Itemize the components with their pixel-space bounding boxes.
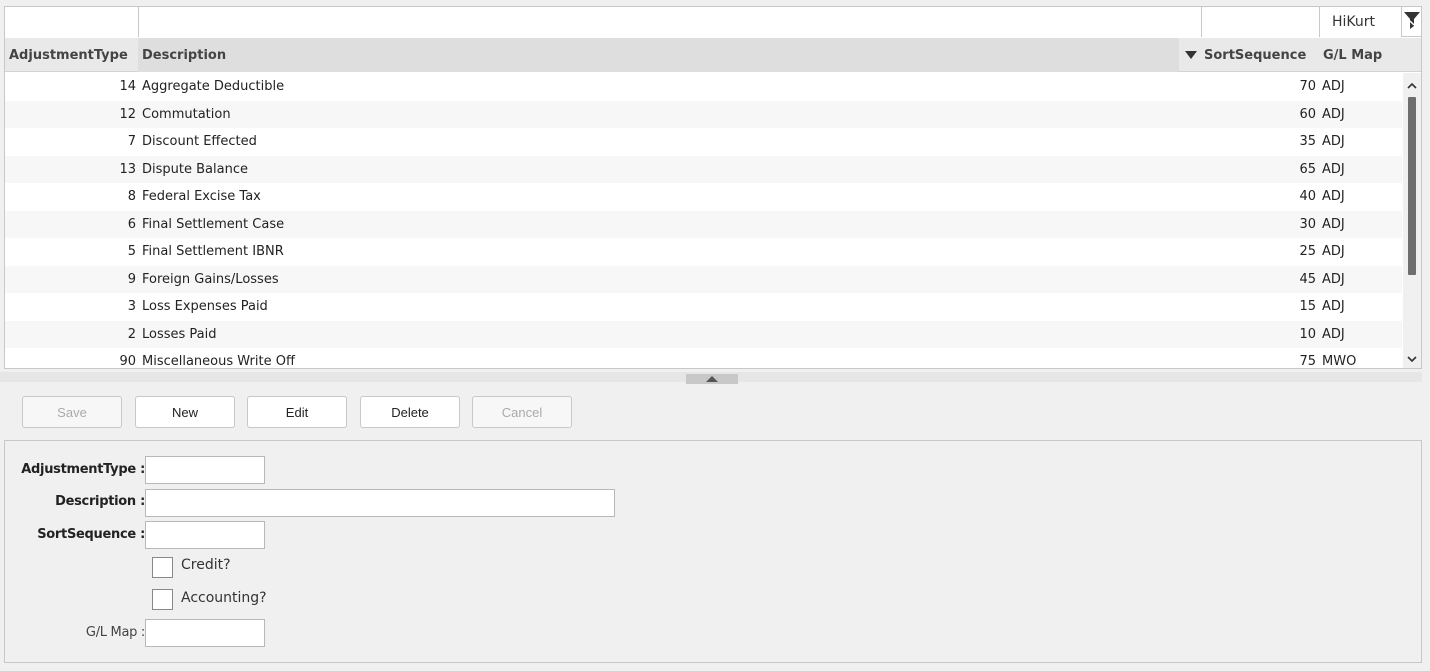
- cell-sort-sequence: 45: [1299, 271, 1316, 287]
- cell-description: Aggregate Deductible: [142, 79, 285, 95]
- cell-description: Loss Expenses Paid: [142, 299, 268, 315]
- table-row[interactable]: 5 Final Settlement IBNR 25 ADJ: [5, 238, 1402, 266]
- description-input[interactable]: [145, 489, 615, 517]
- new-button[interactable]: New: [135, 396, 235, 428]
- accounting-checkbox[interactable]: [152, 589, 173, 610]
- delete-button[interactable]: Delete: [360, 396, 460, 428]
- cell-gl-map: ADJ: [1322, 326, 1345, 342]
- cell-sort-sequence: 25: [1299, 244, 1316, 260]
- column-header-label: AdjustmentType: [9, 47, 128, 63]
- adjustment-type-input[interactable]: [145, 456, 265, 484]
- vertical-scrollbar[interactable]: [1403, 73, 1421, 368]
- caret-up-icon: [706, 376, 718, 382]
- cell-adjustment-type: 13: [119, 161, 136, 177]
- edit-button[interactable]: Edit: [247, 396, 347, 428]
- table-row[interactable]: 2 Losses Paid 10 ADJ: [5, 320, 1402, 348]
- cell-description: Dispute Balance: [142, 161, 248, 177]
- cell-description: Commutation: [142, 106, 231, 122]
- cell-gl-map: MWO: [1322, 354, 1357, 369]
- cell-sort-sequence: 75: [1299, 354, 1316, 369]
- cell-adjustment-type: 12: [119, 106, 136, 122]
- grid-header: AdjustmentType Description SortSequence …: [5, 38, 1421, 72]
- cell-description: Discount Effected: [142, 134, 257, 150]
- save-button[interactable]: Save: [22, 396, 122, 428]
- column-header-label: Description: [142, 47, 227, 63]
- credit-checkbox[interactable]: [152, 557, 173, 578]
- cell-description: Federal Excise Tax: [142, 189, 261, 205]
- cell-description: Losses Paid: [142, 326, 217, 342]
- sort-sequence-label: SortSequence :: [37, 527, 145, 542]
- chevron-down-icon[interactable]: [1403, 351, 1421, 367]
- cell-adjustment-type: 90: [119, 354, 136, 369]
- table-row[interactable]: 9 Foreign Gains/Losses 45 ADJ: [5, 265, 1402, 293]
- cell-gl-map: ADJ: [1322, 271, 1345, 287]
- description-label: Description :: [55, 494, 145, 509]
- column-header-label: SortSequence: [1204, 47, 1307, 63]
- cancel-button[interactable]: Cancel: [472, 396, 572, 428]
- cell-sort-sequence: 60: [1299, 106, 1316, 122]
- filter-gl-map[interactable]: HiKurt: [1320, 7, 1402, 37]
- cell-adjustment-type: 8: [127, 189, 136, 205]
- cell-sort-sequence: 65: [1299, 161, 1316, 177]
- chevron-up-icon[interactable]: [1403, 77, 1421, 93]
- cell-gl-map: ADJ: [1322, 134, 1345, 150]
- filter-adjustment-type[interactable]: [5, 7, 139, 37]
- credit-label: Credit?: [181, 557, 231, 573]
- cell-adjustment-type: 7: [127, 134, 136, 150]
- cell-description: Miscellaneous Write Off: [142, 354, 295, 369]
- filter-description[interactable]: [139, 7, 1202, 37]
- table-row[interactable]: 13 Dispute Balance 65 ADJ: [5, 155, 1402, 183]
- adjustment-grid: HiKurt AdjustmentType Description SortSe…: [4, 6, 1422, 369]
- column-header-sort-sequence[interactable]: SortSequence: [1179, 38, 1321, 72]
- column-header-label: G/L Map: [1323, 47, 1383, 63]
- table-row[interactable]: 3 Loss Expenses Paid 15 ADJ: [5, 293, 1402, 321]
- cell-sort-sequence: 40: [1299, 189, 1316, 205]
- cell-sort-sequence: 10: [1299, 326, 1316, 342]
- column-header-gl-map[interactable]: G/L Map: [1321, 38, 1421, 72]
- accounting-label: Accounting?: [181, 590, 267, 606]
- filter-icon[interactable]: [1402, 7, 1421, 37]
- gl-map-input[interactable]: [145, 619, 265, 647]
- cell-adjustment-type: 3: [127, 299, 136, 315]
- collapse-handle[interactable]: [686, 374, 738, 384]
- cell-adjustment-type: 2: [127, 326, 136, 342]
- sort-desc-icon: [1185, 51, 1197, 59]
- cell-description: Foreign Gains/Losses: [142, 271, 279, 287]
- cell-sort-sequence: 15: [1299, 299, 1316, 315]
- grid-body: 14 Aggregate Deductible 70 ADJ 12 Commutatio…: [5, 73, 1402, 369]
- cell-gl-map: ADJ: [1322, 106, 1345, 122]
- column-header-adjustment-type[interactable]: AdjustmentType: [5, 38, 138, 72]
- filter-row: HiKurt: [5, 7, 1421, 37]
- cell-gl-map: ADJ: [1322, 244, 1345, 260]
- sort-sequence-input[interactable]: [145, 521, 265, 549]
- column-header-description[interactable]: Description: [138, 38, 1179, 72]
- table-row[interactable]: 12 Commutation 60 ADJ: [5, 100, 1402, 128]
- table-row[interactable]: 6 Final Settlement Case 30 ADJ: [5, 210, 1402, 238]
- filter-sort-sequence[interactable]: [1202, 7, 1320, 37]
- cell-adjustment-type: 6: [127, 216, 136, 232]
- gl-map-label: G/L Map :: [85, 625, 145, 640]
- cell-sort-sequence: 30: [1299, 216, 1316, 232]
- cell-adjustment-type: 9: [127, 271, 136, 287]
- scroll-thumb[interactable]: [1408, 97, 1416, 275]
- table-row[interactable]: 7 Discount Effected 35 ADJ: [5, 128, 1402, 156]
- cell-gl-map: ADJ: [1322, 79, 1345, 95]
- cell-sort-sequence: 35: [1299, 134, 1316, 150]
- table-row[interactable]: 90 Miscellaneous Write Off 75 MWO: [5, 348, 1402, 369]
- cell-gl-map: ADJ: [1322, 216, 1345, 232]
- table-row[interactable]: 14 Aggregate Deductible 70 ADJ: [5, 73, 1402, 101]
- cell-sort-sequence: 70: [1299, 79, 1316, 95]
- cell-gl-map: ADJ: [1322, 189, 1345, 205]
- cell-adjustment-type: 5: [127, 244, 136, 260]
- table-row[interactable]: 8 Federal Excise Tax 40 ADJ: [5, 183, 1402, 211]
- cell-gl-map: ADJ: [1322, 161, 1345, 177]
- adjustment-type-label: AdjustmentType :: [21, 462, 145, 477]
- cell-description: Final Settlement Case: [142, 216, 285, 232]
- cell-adjustment-type: 14: [119, 79, 136, 95]
- cell-gl-map: ADJ: [1322, 299, 1345, 315]
- cell-description: Final Settlement IBNR: [142, 244, 284, 260]
- edit-form: AdjustmentType : Description : SortSeque…: [4, 440, 1422, 663]
